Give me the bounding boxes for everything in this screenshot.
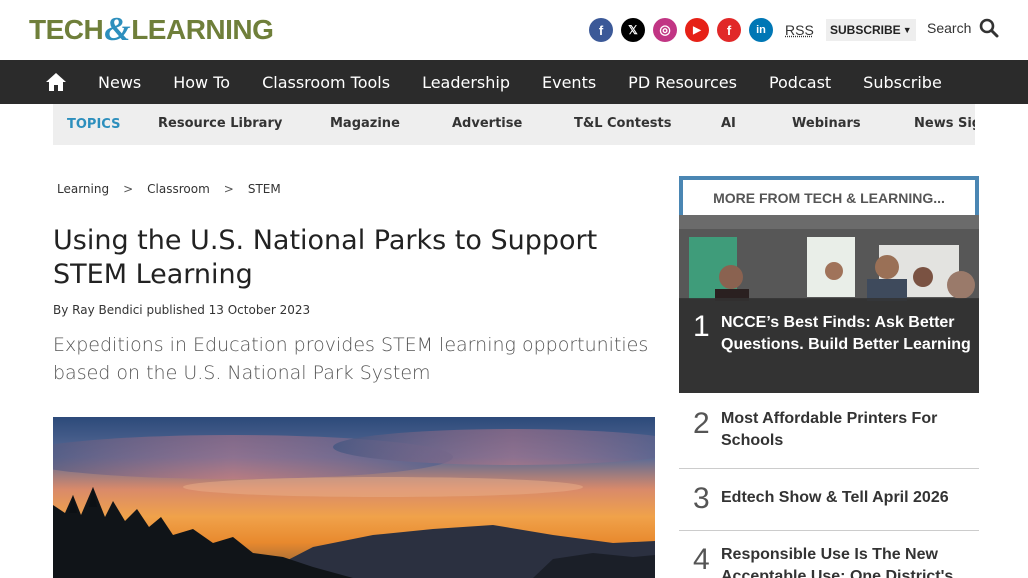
sidebar-rank-4: 4 xyxy=(693,543,710,576)
logo-text-tech: TECH xyxy=(29,14,104,45)
subscribe-dropdown[interactable]: SUBSCRIBE ▼ xyxy=(826,19,916,41)
site-header: TECH & LEARNING f 𝕏 ◎ ▶ f in RSS SUBSCRIBE… xyxy=(0,0,1028,60)
nav-item-podcast[interactable]: Podcast xyxy=(753,73,847,92)
main-nav: News How To Classroom Tools Leadership E… xyxy=(0,60,1028,104)
sidebar-divider xyxy=(679,530,979,531)
nav-item-pd-resources[interactable]: PD Resources xyxy=(612,73,753,92)
topic-ai[interactable]: AI xyxy=(721,116,736,131)
breadcrumb-stem[interactable]: STEM xyxy=(248,182,281,196)
breadcrumb-separator: > xyxy=(223,182,234,196)
home-icon[interactable] xyxy=(45,72,67,92)
topic-advertise[interactable]: Advertise xyxy=(452,116,522,131)
youtube-icon[interactable]: ▶ xyxy=(685,18,709,42)
breadcrumb-classroom[interactable]: Classroom xyxy=(147,182,210,196)
logo-text-learning: LEARNING xyxy=(131,14,274,45)
article-title: Using the U.S. National Parks to Support… xyxy=(53,225,598,290)
breadcrumb: Learning > Classroom > STEM xyxy=(57,182,281,196)
nav-item-classroom-tools[interactable]: Classroom Tools xyxy=(246,73,406,92)
subscribe-label: SUBSCRIBE xyxy=(830,23,901,37)
social-links: f 𝕏 ◎ ▶ f in RSS xyxy=(589,18,814,42)
breadcrumb-separator: > xyxy=(123,182,134,196)
byline-prefix: By xyxy=(53,303,69,317)
nav-menu: News How To Classroom Tools Leadership E… xyxy=(82,60,958,104)
rss-link[interactable]: RSS xyxy=(785,22,814,38)
hero-image xyxy=(53,417,655,578)
topic-webinars[interactable]: Webinars xyxy=(792,116,861,131)
facebook-icon[interactable]: f xyxy=(589,18,613,42)
topic-news-signup[interactable]: News Sig xyxy=(914,116,975,131)
sidebar-rank-1: 1 xyxy=(693,310,710,343)
more-from-heading-text: MORE FROM TECH & LEARNING... xyxy=(713,189,945,206)
nav-item-news[interactable]: News xyxy=(82,73,157,92)
sidebar-item-title-3[interactable]: Edtech Show & Tell April 2026 xyxy=(721,487,971,509)
logo-ampersand: & xyxy=(104,11,131,48)
instagram-icon[interactable]: ◎ xyxy=(653,18,677,42)
sidebar-item-title-4[interactable]: Responsible Use Is The New Acceptable Us… xyxy=(721,544,971,578)
nav-item-events[interactable]: Events xyxy=(526,73,612,92)
topics-label: TOPICS xyxy=(67,117,121,132)
nav-item-subscribe[interactable]: Subscribe xyxy=(847,73,958,92)
sidebar-item-title-1[interactable]: NCCE’s Best Finds: Ask Better Questions.… xyxy=(721,312,971,356)
chevron-down-icon: ▼ xyxy=(902,25,912,35)
sidebar-item-title-2[interactable]: Most Affordable Printers For Schools xyxy=(721,408,971,452)
topic-resource-library[interactable]: Resource Library xyxy=(158,116,282,131)
sidebar-rank-3: 3 xyxy=(693,482,710,515)
sidebar-divider xyxy=(679,468,979,469)
flipboard-icon[interactable]: f xyxy=(717,18,741,42)
topics-bar: TOPICS Resource Library Magazine Adverti… xyxy=(53,104,975,145)
publish-date: 13 October 2023 xyxy=(208,303,311,317)
sidebar-rank-2: 2 xyxy=(693,407,710,440)
x-icon[interactable]: 𝕏 xyxy=(621,18,645,42)
breadcrumb-learning[interactable]: Learning xyxy=(57,182,109,196)
featured-article-card[interactable]: 1 NCCE’s Best Finds: Ask Better Question… xyxy=(679,215,979,393)
article-subtitle: Expeditions in Education provides STEM l… xyxy=(53,334,649,384)
author-link[interactable]: Ray Bendici xyxy=(72,303,142,317)
topic-tl-contests[interactable]: T&L Contests xyxy=(574,116,671,131)
site-logo[interactable]: TECH & LEARNING xyxy=(29,11,274,48)
nav-item-leadership[interactable]: Leadership xyxy=(406,73,526,92)
topic-magazine[interactable]: Magazine xyxy=(330,116,400,131)
more-from-heading: MORE FROM TECH & LEARNING... xyxy=(679,176,979,215)
search-label: Search xyxy=(927,20,972,36)
nav-item-how-to[interactable]: How To xyxy=(157,73,246,92)
search-button[interactable]: Search xyxy=(927,18,999,38)
published-prefix: published xyxy=(146,303,205,317)
linkedin-icon[interactable]: in xyxy=(749,18,773,42)
search-icon xyxy=(980,18,999,38)
article-byline: By Ray Bendici published 13 October 2023 xyxy=(53,303,310,317)
